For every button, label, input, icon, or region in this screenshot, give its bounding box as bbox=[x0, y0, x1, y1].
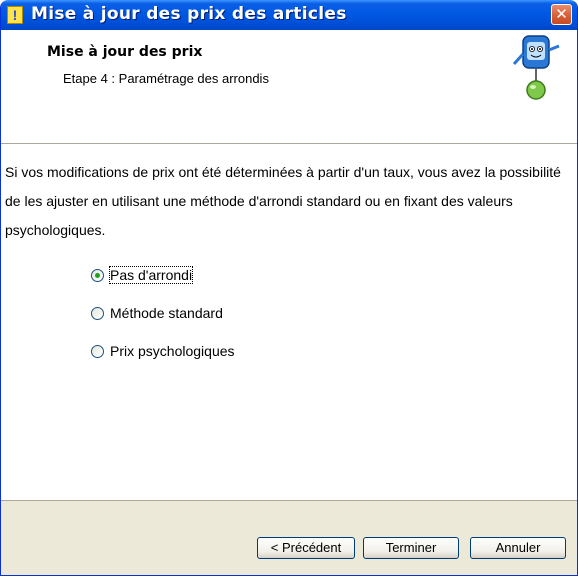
step-title: Mise à jour des prix bbox=[47, 44, 203, 60]
wizard-window: ! Mise à jour des prix des articles ✕ Mi… bbox=[0, 0, 578, 576]
button-bar: < Précédent Terminer Annuler bbox=[1, 500, 577, 575]
window-title: Mise à jour des prix des articles bbox=[31, 4, 347, 24]
step-subtitle: Etape 4 : Paramétrage des arrondis bbox=[63, 71, 269, 86]
radio-label[interactable]: Prix psychologiques bbox=[110, 343, 235, 359]
radio-button[interactable] bbox=[91, 268, 104, 282]
close-button[interactable]: ✕ bbox=[551, 4, 572, 25]
radio-button[interactable] bbox=[91, 306, 104, 320]
radio-button[interactable] bbox=[91, 344, 104, 358]
title-bar[interactable]: ! Mise à jour des prix des articles ✕ bbox=[1, 0, 577, 30]
finish-button[interactable]: Terminer bbox=[363, 537, 459, 559]
previous-button[interactable]: < Précédent bbox=[257, 537, 355, 559]
alert-icon: ! bbox=[7, 6, 23, 24]
radio-standard-method[interactable]: Méthode standard bbox=[91, 302, 223, 324]
cancel-button[interactable]: Annuler bbox=[470, 537, 566, 559]
wizard-content: Si vos modifications de prix ont été dét… bbox=[1, 144, 577, 500]
radio-no-rounding[interactable]: Pas d'arrondi bbox=[91, 264, 194, 286]
radio-psychological-prices[interactable]: Prix psychologiques bbox=[91, 340, 235, 362]
radio-label[interactable]: Méthode standard bbox=[110, 305, 223, 321]
wizard-header: Mise à jour des prix Etape 4 : Paramétra… bbox=[1, 30, 577, 144]
description-text: Si vos modifications de prix ont été dét… bbox=[5, 164, 561, 238]
assistant-mascot-icon bbox=[512, 35, 560, 100]
close-icon: ✕ bbox=[555, 5, 568, 23]
radio-label[interactable]: Pas d'arrondi bbox=[108, 266, 194, 284]
